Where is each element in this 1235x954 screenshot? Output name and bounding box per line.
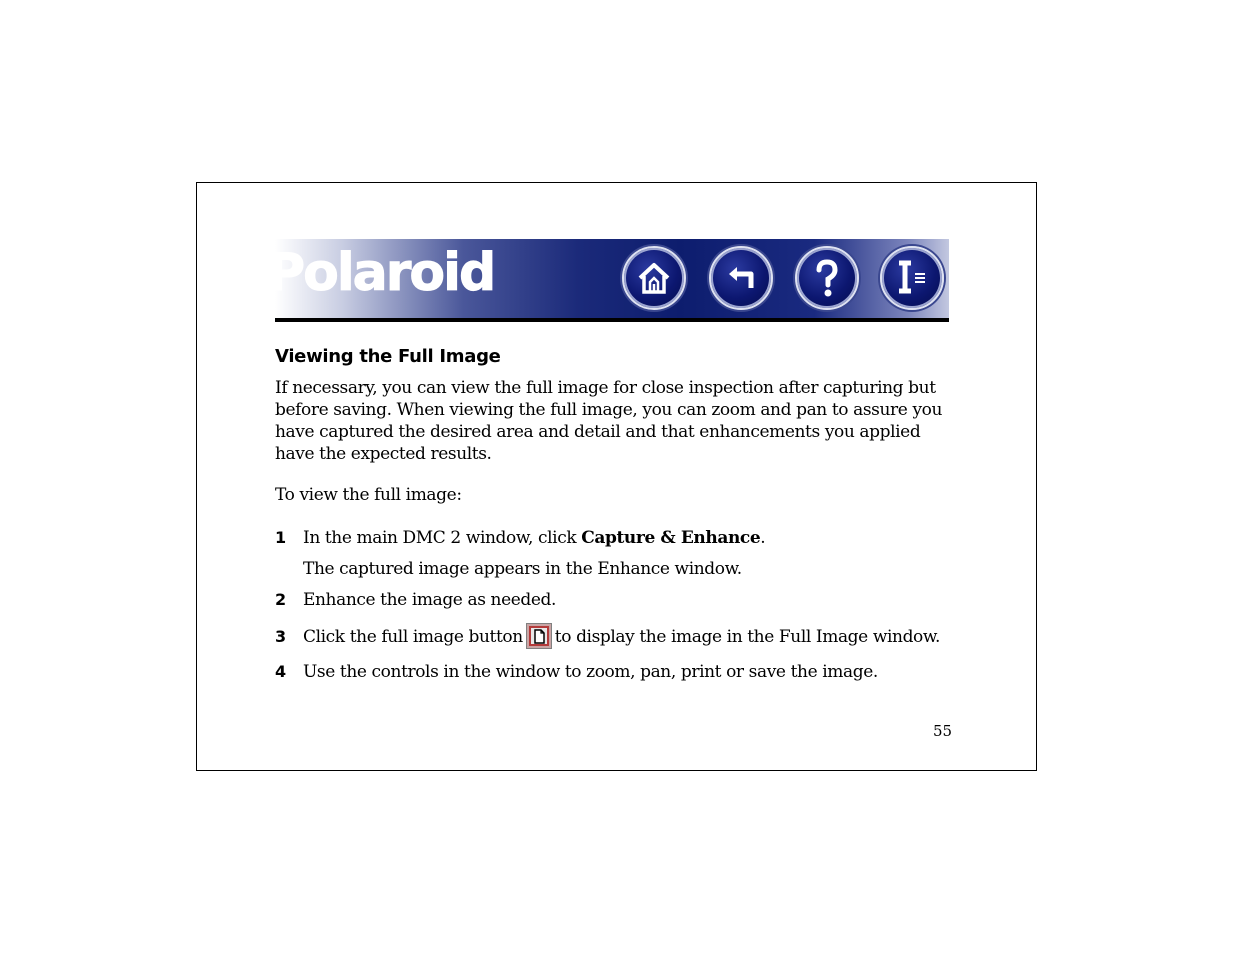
step-number: 4 <box>275 662 286 681</box>
step-text: Enhance the image as needed. <box>303 590 557 610</box>
step-text-before: Click the full image button <box>303 627 523 647</box>
step-text: Use the controls in the window to zoom, … <box>303 662 878 682</box>
section-heading: Viewing the Full Image <box>275 346 501 367</box>
full-image-button[interactable] <box>525 622 552 649</box>
step-text-after: . <box>760 528 766 548</box>
home-icon <box>638 263 670 294</box>
intro-paragraph: If necessary, you can view the full imag… <box>275 378 943 464</box>
step-text: Click the full image button to display t… <box>303 622 941 649</box>
banner-rule <box>275 318 949 322</box>
step-text-after: to display the image in the Full Image w… <box>554 627 941 647</box>
step-text-before: In the main DMC 2 window, click <box>303 528 582 548</box>
step-1-note: The captured image appears in the Enhanc… <box>303 559 742 579</box>
page-number: 55 <box>933 722 953 740</box>
step-number: 2 <box>275 590 286 609</box>
polaroid-logo: Polaroid <box>275 243 497 303</box>
steps-lead: To view the full image: <box>275 485 462 505</box>
back-button[interactable] <box>709 246 773 310</box>
polaroid-banner: Polaroid <box>275 239 949 318</box>
index-button[interactable] <box>880 246 944 310</box>
step-text: In the main DMC 2 window, click Capture … <box>303 527 766 549</box>
step-number: 1 <box>275 528 286 547</box>
full-image-icon <box>528 625 549 646</box>
back-arrow-icon <box>729 267 754 288</box>
index-icon <box>899 260 925 294</box>
help-button[interactable] <box>795 246 859 310</box>
step-number: 3 <box>275 627 286 646</box>
question-mark-icon <box>816 259 838 297</box>
capture-enhance-label: Capture & Enhance <box>581 528 761 548</box>
home-button[interactable] <box>622 246 686 310</box>
